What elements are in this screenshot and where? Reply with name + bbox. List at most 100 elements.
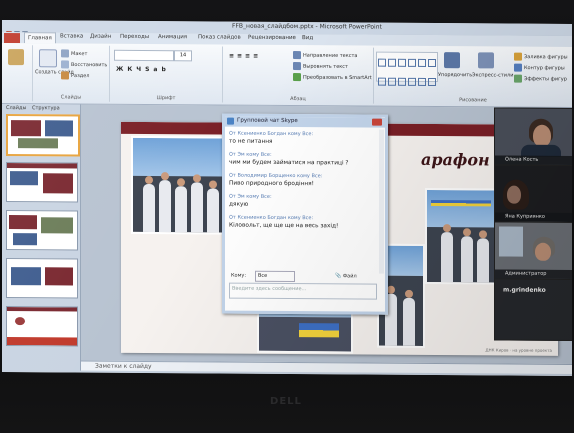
participant-video-tile[interactable]: m.grindenko (494, 278, 572, 342)
participant-face (533, 124, 551, 147)
reset-label: Восстановить (71, 61, 108, 69)
arrange-button[interactable]: Упорядочить (438, 72, 472, 78)
message-text: то не питання (229, 138, 273, 145)
runner (441, 232, 453, 283)
tab-design[interactable]: Дизайн (90, 34, 111, 40)
participant-video-tile[interactable]: Яна Куприянко (494, 164, 572, 224)
marathon-photo[interactable] (425, 187, 497, 285)
quick-styles-button[interactable]: Экспресс-стили (472, 72, 513, 78)
chat-message: От Ксениенко Богдан кому Все: то не пита… (229, 131, 379, 146)
group-label-paragraph: Абзац (290, 96, 306, 103)
smartart-label: Преобразовать в SmartArt (303, 74, 372, 82)
quick-access-toolbar[interactable] (6, 22, 46, 38)
tab-animation[interactable]: Анимация (158, 34, 187, 40)
arrange-icon[interactable] (444, 52, 460, 69)
reset-icon (61, 60, 69, 69)
text-direction-button[interactable]: Направление текста (293, 51, 358, 60)
reset-button[interactable]: Восстановить (61, 60, 108, 69)
participant-video-tile[interactable]: Олена Кость (494, 107, 572, 167)
quick-styles-icon[interactable] (478, 52, 494, 69)
thumb-photo (45, 267, 73, 286)
slide-thumbnail[interactable] (6, 306, 78, 347)
tab-home[interactable]: Главная (24, 32, 56, 44)
message-sender: От Володимир Борщенко кому Все: (229, 172, 323, 180)
ribbon: Создать слайд Макет Восстановить Раздел … (2, 43, 572, 108)
layout-button[interactable]: Макет (61, 49, 87, 58)
new-slide-icon[interactable] (39, 49, 57, 68)
outline-tab[interactable]: Структура (32, 105, 60, 111)
shape-effects-button[interactable]: Эффекты фигур (514, 74, 567, 83)
slides-pane: Слайды Структура (2, 104, 81, 373)
message-text: Пиво природного бродіння! (229, 180, 314, 188)
message-sender: От Ксениенко Богдан кому Все: (229, 130, 314, 138)
message-text: чим ми будем займатися на практиці ? (229, 159, 349, 167)
group-label-font: Шрифт (156, 95, 176, 102)
slide-footer: ДНК Киров · на уровне проекта (485, 347, 553, 353)
thumb-photo (45, 120, 73, 137)
text-direction-label: Направление текста (303, 52, 358, 59)
group-paragraph: ≡≡≡≡ Направление текста Выровнять текст … (223, 46, 374, 104)
recipient-select[interactable]: Все (255, 270, 295, 283)
slide-thumbnail[interactable] (6, 114, 80, 157)
chat-message: От Володимир Борщенко кому Все: Пиво при… (229, 173, 379, 188)
notes-placeholder: Заметки к слайду (95, 362, 152, 371)
runner (191, 182, 203, 233)
smartart-button[interactable]: Преобразовать в SmartArt (293, 73, 372, 82)
thumb-photo (18, 138, 58, 149)
section-button[interactable]: Раздел (61, 71, 90, 80)
file-button[interactable]: 📎 Файл (335, 273, 357, 279)
chat-title-bar[interactable]: Групповой чат Skype (225, 116, 385, 128)
tab-view[interactable]: Вид (302, 35, 313, 41)
slides-tab[interactable]: Слайды (6, 105, 26, 111)
outline-icon (514, 63, 522, 72)
fill-icon (514, 52, 522, 61)
text-direction-icon (293, 51, 301, 60)
align-text-button[interactable]: Выровнять текст (293, 62, 348, 71)
chat-message-input[interactable]: Введите здесь сообщение... (229, 282, 377, 300)
font-family-box[interactable] (114, 49, 174, 62)
section-label: Раздел (71, 72, 90, 80)
format-buttons[interactable]: ЖКЧSab (116, 66, 170, 73)
chat-title: Групповой чат Skype (237, 117, 298, 125)
close-icon[interactable] (372, 118, 382, 126)
recipient-label: Кому: (231, 272, 247, 279)
thumb-photo (11, 267, 41, 286)
brand-logo: DELL (270, 396, 302, 407)
chat-message: От Эм кому Все: чим ми будем займатися н… (229, 152, 379, 167)
chat-scrollbar[interactable] (379, 129, 384, 274)
group-chat-window[interactable]: Групповой чат Skype От Ксениенко Богдан … (222, 113, 388, 315)
participant-face (507, 185, 521, 204)
list-buttons[interactable]: ≡≡≡≡ (229, 53, 261, 60)
tab-insert[interactable]: Вставка (60, 33, 83, 39)
thumb-photo (13, 233, 37, 246)
shape-fill-label: Заливка фигуры (524, 54, 568, 61)
slide-thumbnail[interactable] (6, 258, 78, 299)
thumb-photo (43, 173, 73, 194)
thumb-photo (7, 307, 77, 312)
group-font: 14 ЖКЧSab Шрифт (110, 45, 223, 103)
font-size-box[interactable]: 14 (174, 50, 192, 62)
message-text: дякую (229, 201, 249, 208)
photo-sky (427, 189, 495, 232)
slide-thumbnail[interactable] (6, 210, 78, 251)
shape-fill-button[interactable]: Заливка фигуры (514, 52, 568, 61)
runner (477, 238, 489, 283)
smartart-icon (293, 73, 301, 82)
tab-review[interactable]: Рецензирование (248, 35, 296, 41)
slide-thumbnail[interactable] (6, 162, 78, 203)
shape-outline-button[interactable]: Контур фигуры (514, 63, 565, 72)
thumb-photo (11, 120, 41, 137)
participant-video-tile[interactable]: Администратор (494, 221, 572, 281)
message-sender: От Эм кому Все: (229, 193, 272, 200)
file-tab[interactable] (4, 33, 20, 44)
flag (431, 200, 491, 207)
runner (143, 183, 155, 233)
participant-name: m.grindenko (503, 286, 546, 294)
message-text: Кіловольт, ще ще ще на весь захід! (229, 222, 339, 230)
paste-icon[interactable] (8, 49, 24, 66)
tab-transitions[interactable]: Переходы (120, 34, 149, 40)
marathon-photo[interactable] (131, 135, 225, 235)
slide-heading: арафон (421, 149, 490, 170)
tab-slideshow[interactable]: Показ слайдов (198, 34, 241, 40)
message-sender: От Ксениенко Богдан кому Все: (229, 214, 314, 222)
